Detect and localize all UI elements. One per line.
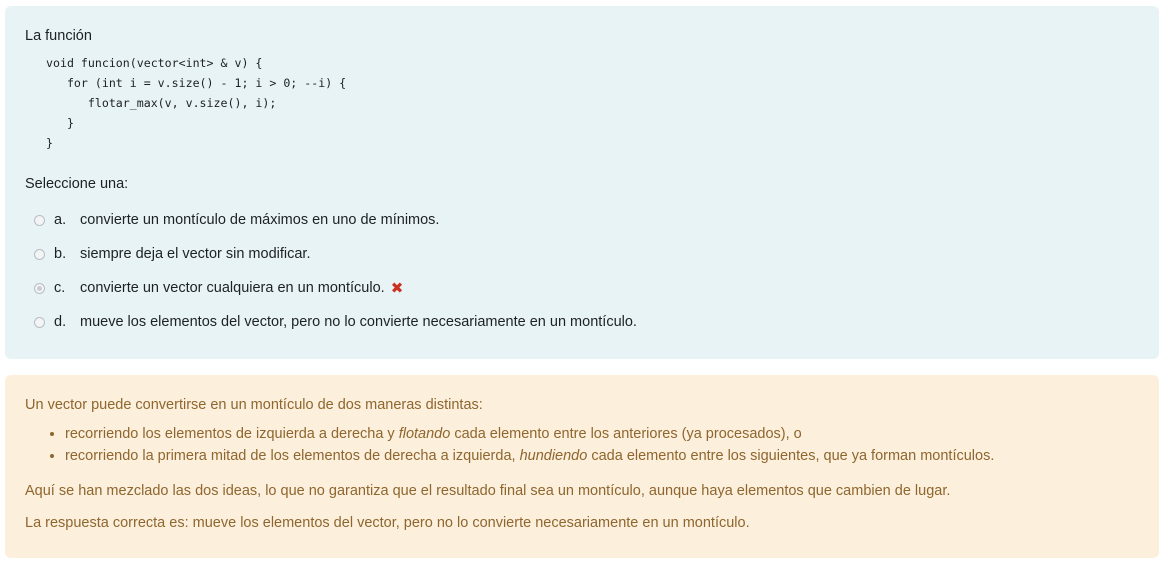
- feedback-bullet: recorriendo los elementos de izquierda a…: [65, 423, 1139, 445]
- radio-button-selected[interactable]: [34, 282, 45, 294]
- feedback-intro: Un vector puede convertirse en un montíc…: [25, 397, 483, 413]
- feedback-explanation: Aquí se han mezclado las dos ideas, lo q…: [25, 483, 951, 499]
- answer-option-d[interactable]: d. mueve los elementos del vector, pero …: [25, 305, 1139, 339]
- question-text: La función: [25, 28, 92, 44]
- feedback-bullet: recorriendo la primera mitad de los elem…: [65, 445, 1139, 467]
- answer-option-a[interactable]: a. convierte un montículo de máximos en …: [25, 203, 1139, 237]
- answer-letter: d.: [54, 314, 67, 330]
- correct-answer-text: La respuesta correcta es: mueve los elem…: [25, 515, 750, 531]
- bullet-emphasis: hundiendo: [519, 448, 588, 464]
- answer-text: convierte un vector cualquiera en un mon…: [80, 280, 385, 296]
- code-line: for (int i = v.size() - 1; i > 0; --i) {: [46, 76, 347, 90]
- answer-text: convierte un montículo de máximos en uno…: [80, 212, 440, 228]
- bullet-text: recorriendo la primera mitad de los elem…: [65, 448, 520, 464]
- feedback-list: recorriendo los elementos de izquierda a…: [25, 423, 1139, 467]
- answer-letter: a.: [54, 212, 67, 228]
- feedback-panel: Un vector puede convertirse en un montíc…: [5, 375, 1159, 558]
- radio-dot: [37, 285, 42, 291]
- answer-text: mueve los elementos del vector, pero no …: [80, 314, 637, 330]
- code-line: }: [46, 116, 74, 130]
- code-line: void funcion(vector<int> & v) {: [46, 56, 263, 70]
- answer-letter: c.: [54, 280, 66, 296]
- answer-list: a. convierte un montículo de máximos en …: [25, 203, 1139, 339]
- radio-button[interactable]: [34, 248, 45, 260]
- code-line: flotar_max(v, v.size(), i);: [46, 96, 277, 110]
- question-panel: La función void funcion(vector<int> & v)…: [5, 6, 1159, 359]
- bullet-text: recorriendo los elementos de izquierda a…: [65, 426, 399, 442]
- answer-option-c[interactable]: c. convierte un vector cualquiera en un …: [25, 271, 1139, 305]
- bullet-text: cada elemento entre los siguientes, que …: [587, 448, 995, 464]
- code-block: void funcion(vector<int> & v) { for (int…: [25, 53, 1139, 153]
- answer-option-b[interactable]: b. siempre deja el vector sin modificar.: [25, 237, 1139, 271]
- answer-prompt: Seleccione una:: [25, 176, 129, 192]
- incorrect-x-icon: ✖: [390, 280, 404, 297]
- answer-letter: b.: [54, 246, 67, 262]
- radio-button[interactable]: [34, 316, 45, 328]
- bullet-emphasis: flotando: [398, 426, 451, 442]
- radio-button[interactable]: [34, 214, 45, 226]
- bullet-text: cada elemento entre los anteriores (ya p…: [450, 426, 802, 442]
- code-line: }: [46, 136, 53, 150]
- answer-text: siempre deja el vector sin modificar.: [80, 246, 311, 262]
